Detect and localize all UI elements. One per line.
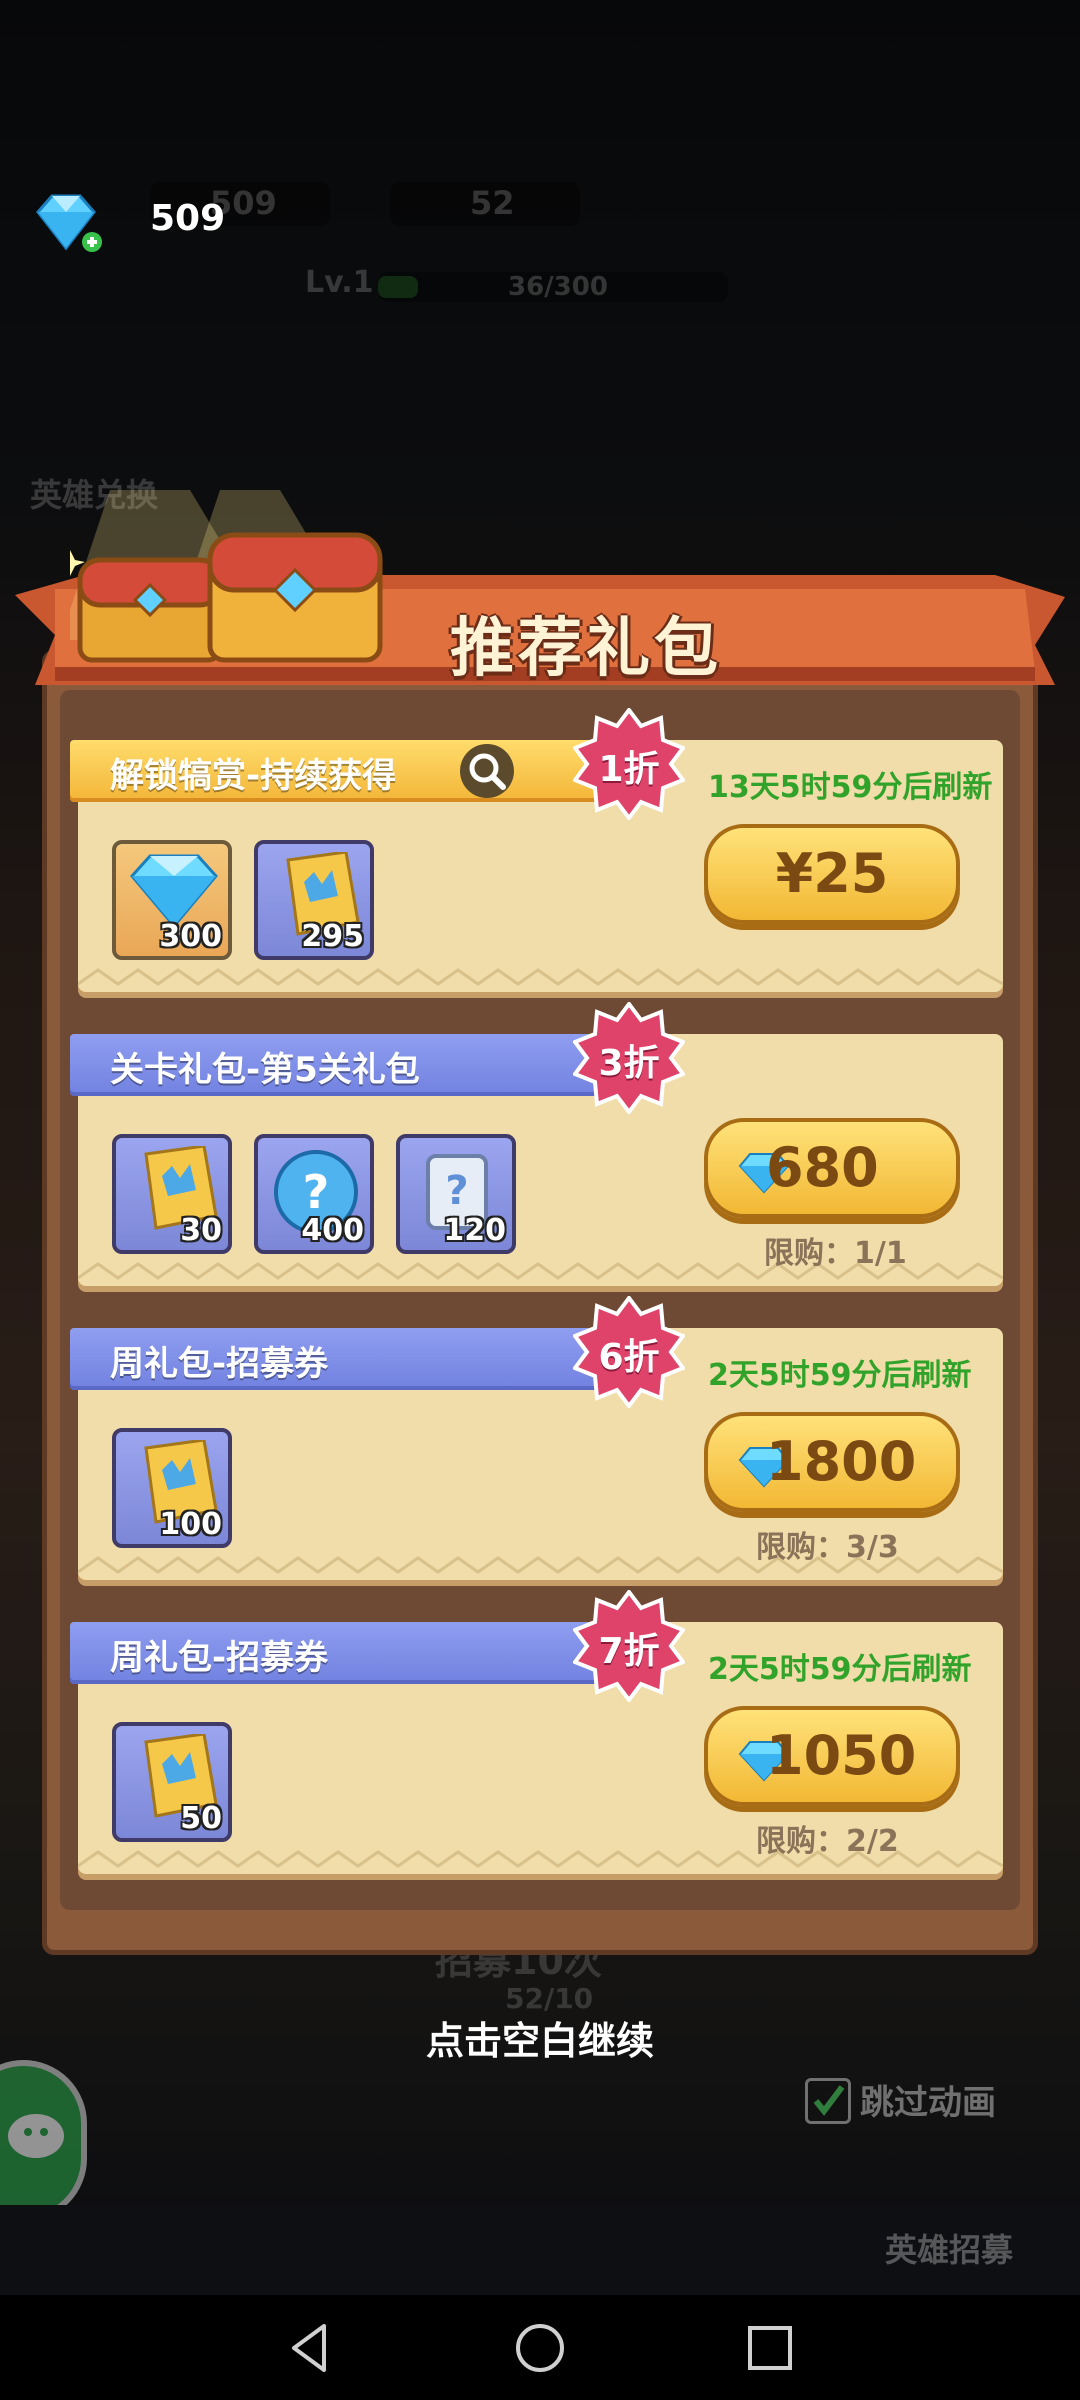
discount-badge-1: 1折 (571, 706, 687, 822)
pack-3-buy-button[interactable]: 1800 (704, 1412, 960, 1512)
continue-hint[interactable]: 点击空白继续 (0, 2010, 1080, 2065)
pack-1-header: 解锁犒赏-持续获得 (70, 740, 620, 802)
pack-2-title: 关卡礼包-第5关礼包 (110, 1050, 420, 1090)
back-icon[interactable] (280, 2318, 340, 2378)
pack-3-title: 周礼包-招募券 (110, 1344, 329, 1384)
pack-2-item-orb[interactable]: ? 400 (254, 1134, 374, 1254)
skip-animation-checkbox[interactable] (805, 2078, 851, 2124)
pack-4-refresh: 2天5时59分后刷新 (708, 1652, 972, 1687)
pack-2-limit: 限购：1/1 (764, 1236, 907, 1271)
pack-4-header: 周礼包-招募券 (70, 1622, 620, 1684)
panel-title: 推荐礼包 (450, 612, 722, 686)
gem-count: 509 (150, 198, 226, 239)
pack-4-limit: 限购：2/2 (756, 1824, 899, 1859)
svg-text:?: ? (303, 1165, 330, 1219)
pack-1-title: 解锁犒赏-持续获得 (110, 756, 397, 796)
treasure-chest-icon (55, 490, 400, 680)
pack-1-buy-button[interactable]: ¥25 (704, 824, 960, 924)
pack-1-item-ticket[interactable]: 295 (254, 840, 374, 960)
svg-text:?: ? (445, 1168, 468, 1214)
hero-recruit-tab[interactable]: 英雄招募 (885, 2225, 1013, 2271)
recents-icon[interactable] (740, 2318, 800, 2378)
pack-4-item-ticket[interactable]: 50 (112, 1722, 232, 1842)
discount-badge-3: 6折 (571, 1294, 687, 1410)
pack-2-buy-button[interactable]: 680 (704, 1118, 960, 1218)
discount-badge-2: 3折 (571, 1000, 687, 1116)
search-icon[interactable] (460, 744, 514, 798)
diamond-icon (30, 190, 110, 260)
pack-4-title: 周礼包-招募券 (110, 1638, 329, 1678)
pack-4-buy-button[interactable]: 1050 (704, 1706, 960, 1806)
discount-badge-4: 7折 (571, 1588, 687, 1704)
bottom-tab-bar: 英雄招募 (0, 2205, 1080, 2295)
pack-3-header: 周礼包-招募券 (70, 1328, 620, 1390)
skip-animation-label[interactable]: 跳过动画 (860, 2075, 996, 2124)
pack-1-refresh: 13天5时59分后刷新 (708, 770, 993, 805)
pack-3-limit: 限购：3/3 (756, 1530, 899, 1565)
pack-3-item-ticket[interactable]: 100 (112, 1428, 232, 1548)
pack-2-header: 关卡礼包-第5关礼包 (70, 1034, 620, 1096)
pack-2-item-ticket[interactable]: 30 (112, 1134, 232, 1254)
pack-3-refresh: 2天5时59分后刷新 (708, 1358, 972, 1393)
pack-1-item-diamond[interactable]: 300 (112, 840, 232, 960)
pack-2-item-scroll[interactable]: ? 120 (396, 1134, 516, 1254)
home-icon[interactable] (510, 2318, 570, 2378)
